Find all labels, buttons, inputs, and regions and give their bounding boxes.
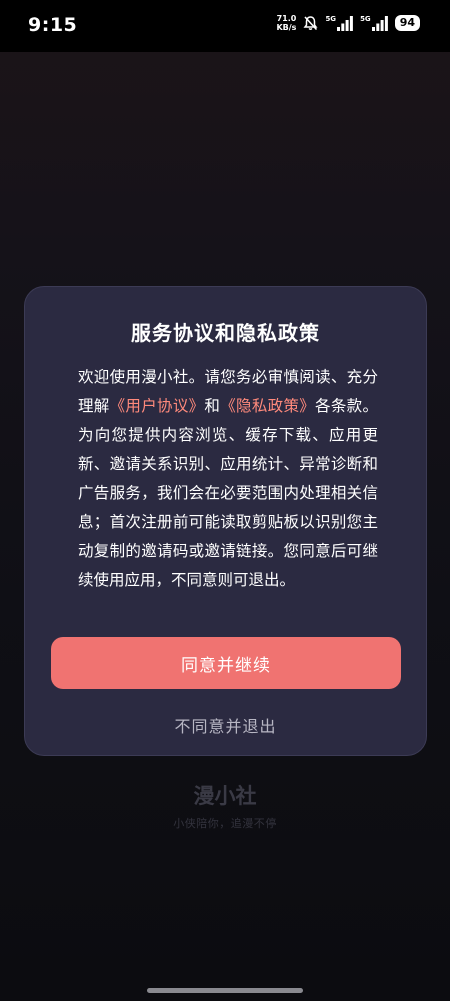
disagree-exit-button[interactable]: 不同意并退出 — [25, 713, 426, 737]
mute-icon — [303, 15, 318, 31]
brand-logo: 漫小社 — [193, 783, 257, 808]
screen: 9:15 71.0 KB/s 5G 5G 94 服务协议和隐私政策 欢迎使用漫小… — [0, 0, 450, 1001]
privacy-dialog: 服务协议和隐私政策 欢迎使用漫小社。请您务必审慎阅读、充分理解《用户协议》和《隐… — [24, 286, 427, 756]
signal-2-label: 5G — [360, 14, 371, 23]
body-rest: 各条款。为向您提供内容浏览、缓存下载、应用更新、邀请关系识别、应用统计、异常诊断… — [78, 397, 378, 589]
network-speed-unit: KB/s — [276, 23, 297, 32]
brand-slogan: 小侠陪你，追漫不停 — [173, 817, 277, 830]
body-conjunction: 和 — [204, 397, 221, 415]
status-icons: 71.0 KB/s 5G 5G 94 — [276, 14, 420, 32]
signal-strength-1: 5G — [325, 14, 353, 31]
network-speed-value: 71.0 — [276, 14, 297, 23]
privacy-policy-link[interactable]: 《隐私政策》 — [220, 397, 315, 415]
user-agreement-link[interactable]: 《用户协议》 — [110, 397, 205, 415]
status-time: 9:15 — [28, 14, 78, 36]
signal-bars-icon — [337, 15, 353, 31]
dialog-body[interactable]: 欢迎使用漫小社。请您务必审慎阅读、充分理解《用户协议》和《隐私政策》各条款。为向… — [78, 363, 378, 610]
home-indicator[interactable] — [147, 988, 303, 993]
brand-footer: 漫小社 小侠陪你，追漫不停 — [0, 780, 450, 831]
signal-1-label: 5G — [325, 14, 337, 23]
dialog-title: 服务协议和隐私政策 — [131, 321, 320, 345]
status-bar: 9:15 71.0 KB/s 5G 5G 94 — [0, 0, 450, 52]
agree-continue-button[interactable]: 同意并继续 — [51, 637, 401, 689]
battery-indicator: 94 — [394, 15, 420, 31]
signal-bars-icon — [371, 15, 388, 31]
signal-strength-2: 5G — [360, 14, 388, 31]
network-speed: 71.0 KB/s — [276, 14, 296, 32]
